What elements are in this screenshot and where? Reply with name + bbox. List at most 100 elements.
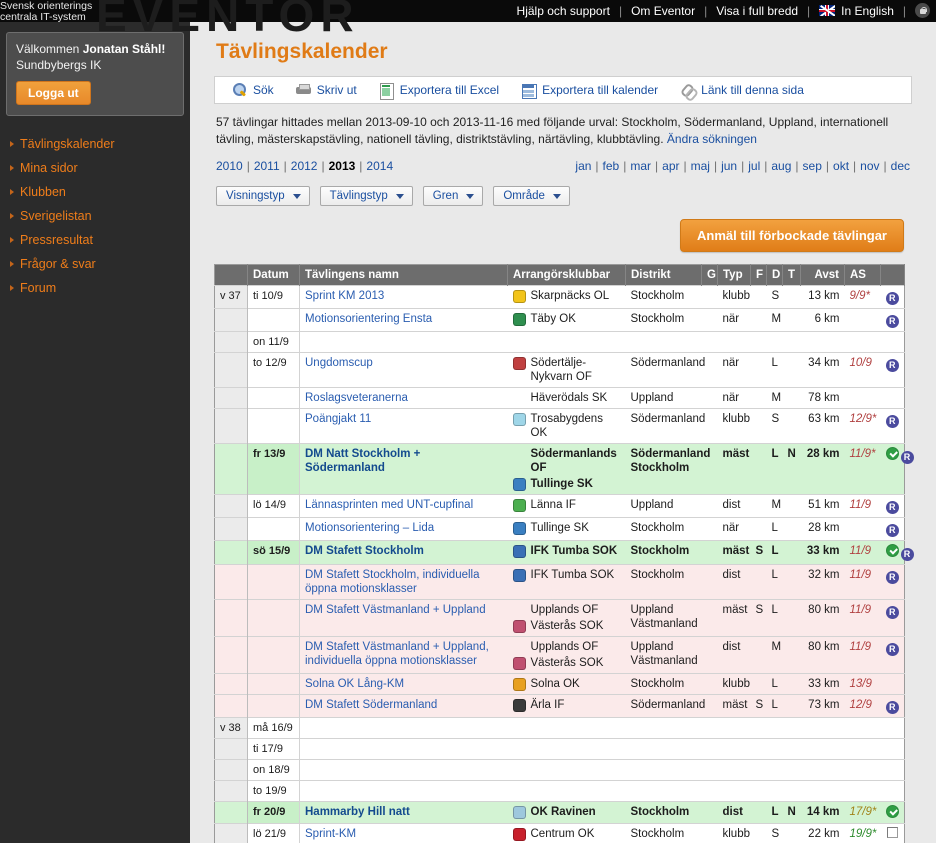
event-name-link[interactable]: Motionsorientering – Lida [305,522,434,534]
col-g[interactable]: G [701,264,718,286]
event-name-link[interactable]: DM Stafett Stockholm [305,545,424,557]
col-date[interactable]: Datum [247,264,300,286]
filter-tavlingstyp[interactable]: Tävlingstyp [319,186,413,206]
results-badge-icon[interactable]: R [885,292,899,305]
cell-f [750,564,767,600]
sidebar-item-forum[interactable]: Forum [0,276,190,300]
month-link-mar[interactable]: mar [630,159,651,173]
cell-district: Uppland Västmanland [625,599,702,637]
event-name-link[interactable]: DM Stafett Stockholm, individuella öppna… [305,569,480,595]
results-badge-icon[interactable]: R [885,701,899,714]
col-district[interactable]: Distrikt [625,264,702,286]
top-link-full-width[interactable]: Visa i full bredd [716,4,798,18]
cell-f: S [750,540,767,565]
col-as[interactable]: AS [844,264,881,286]
filter-visningstyp[interactable]: Visningstyp [216,186,310,206]
month-link-sep[interactable]: sep [803,159,822,173]
event-name-link[interactable]: DM Stafett Södermanland [305,699,437,711]
cell-entry-deadline: 19/9* [844,823,881,843]
event-name-link[interactable]: Roslagsveteranerna [305,392,408,404]
month-link-maj[interactable]: maj [691,159,710,173]
filter-omrade[interactable]: Område [493,186,570,206]
results-badge-icon[interactable]: R [885,606,899,619]
results-badge-icon[interactable]: R [885,643,899,656]
event-name-link[interactable]: DM Stafett Västmanland + Uppland [305,604,486,616]
top-link-help[interactable]: Hjälp och support [517,4,610,18]
table-row: sö 15/9 DM Stafett Stockholm IFK Tumba SOK… [214,540,914,565]
toolbar-permalink-button[interactable]: Länk till denna sida [669,77,815,103]
results-badge-icon[interactable]: R [885,524,899,537]
entered-check-icon[interactable] [885,544,899,557]
entered-check-icon[interactable] [885,447,899,460]
col-f[interactable]: F [750,264,767,286]
register-checked-events-button[interactable]: Anmäl till förbockade tävlingar [680,219,904,252]
results-badge-icon[interactable]: R [885,501,899,514]
event-name-link[interactable]: Lännasprinten med UNT-cupfinal [305,499,473,511]
sidebar-item-pressresultat[interactable]: Pressresultat [0,228,190,252]
year-link-2011[interactable]: 2011 [254,159,280,173]
sidebar-item-klubben[interactable]: Klubben [0,180,190,204]
sidebar-item-tavlingskalender[interactable]: Tävlingskalender [0,132,190,156]
toolbar-export-calendar-button[interactable]: Exportera till kalender [510,77,669,103]
results-badge-icon[interactable]: R [885,359,899,372]
year-current-2013[interactable]: 2013 [329,159,356,173]
month-link-aug[interactable]: aug [771,159,791,173]
results-badge-icon[interactable]: R [900,451,914,464]
event-name-link[interactable]: Motionsorientering Ensta [305,313,432,325]
entry-checkbox[interactable] [886,827,898,838]
col-avst[interactable]: Avst [800,264,845,286]
event-name-link[interactable]: Solna OK Lång-KM [305,678,404,690]
year-link-2010[interactable]: 2010 [216,159,243,173]
event-name-link[interactable]: Ungdomscup [305,357,373,369]
change-search-link[interactable]: Ändra sökningen [667,132,757,146]
col-name[interactable]: Tävlingens namn [299,264,508,286]
month-link-jan[interactable]: jan [575,159,591,173]
col-typ[interactable]: Typ [717,264,751,286]
year-link-2012[interactable]: 2012 [291,159,318,173]
lock-icon[interactable] [915,3,930,18]
entered-check-icon[interactable] [885,805,899,818]
organiser-club: Centrum OK [512,827,621,841]
sidebar-item-sverigelistan[interactable]: Sverigelistan [0,204,190,228]
event-name-link[interactable]: Poängjakt 11 [305,413,371,425]
results-badge-icon[interactable]: R [885,315,899,328]
col-t[interactable]: T [782,264,801,286]
month-link-nov[interactable]: nov [860,159,879,173]
month-link-dec[interactable]: dec [891,159,910,173]
results-badge-icon[interactable]: R [885,571,899,584]
event-name-link[interactable]: Sprint KM 2013 [305,290,384,302]
sidebar-item-fragor-svar[interactable]: Frågor & svar [0,252,190,276]
table-body: v 37 ti 10/9 Sprint KM 2013 Skarpnäcks OL St… [214,285,914,843]
toolbar-search-button[interactable]: Sök [221,77,285,103]
cell-week [214,517,248,541]
top-link-about[interactable]: Om Eventor [631,4,695,18]
year-link-2014[interactable]: 2014 [366,159,393,173]
event-name-link[interactable]: DM Stafett Västmanland + Uppland, indivi… [305,641,489,667]
cell-event-name [299,759,508,781]
col-d[interactable]: D [766,264,783,286]
results-badge-icon[interactable]: R [885,415,899,428]
event-name-link[interactable]: DM Natt Stockholm + Södermanland [305,448,420,474]
organiser-club: Västerås SOK [512,656,621,670]
cell-date [247,673,300,695]
cell-type: klubb [717,673,751,695]
month-link-apr[interactable]: apr [662,159,679,173]
cell-organiser-clubs [507,331,626,353]
event-name-link[interactable]: Hammarby Hill natt [305,806,410,818]
month-link-jul[interactable]: jul [748,159,760,173]
event-name-link[interactable]: Sprint-KM [305,828,356,840]
cell-entry-deadline [844,717,881,739]
month-link-okt[interactable]: okt [833,159,849,173]
month-link-feb[interactable]: feb [603,159,620,173]
cell-type [717,717,751,739]
sidebar-item-mina-sidor[interactable]: Mina sidor [0,156,190,180]
toolbar-print-button[interactable]: Skriv ut [285,77,368,103]
col-club[interactable]: Arrangörsklubbar [507,264,626,286]
toolbar-export-excel-button[interactable]: Exportera till Excel [368,77,510,103]
top-link-in-english[interactable]: In English [841,4,894,18]
results-badge-icon[interactable]: R [900,548,914,561]
cell-week [214,694,248,718]
month-link-jun[interactable]: jun [721,159,737,173]
filter-gren[interactable]: Gren [422,186,484,206]
logout-button[interactable]: Logga ut [16,81,91,105]
